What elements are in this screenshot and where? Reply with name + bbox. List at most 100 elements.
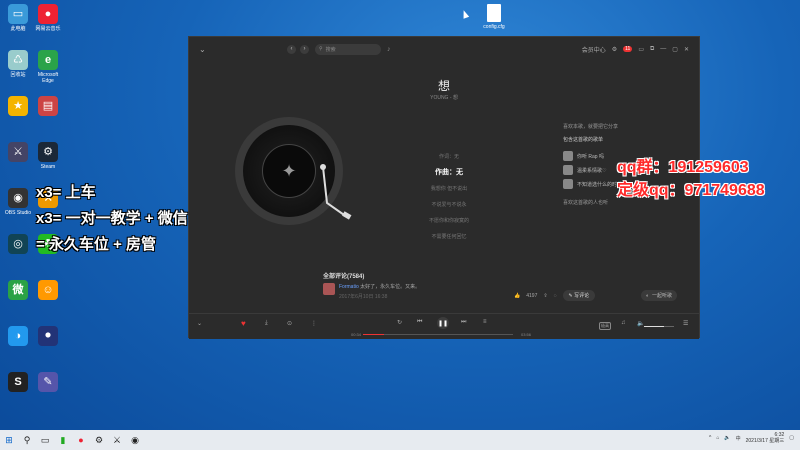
comment-body: Formatio 太好了，永久车位。又来。 2017年6月10日 16:38 (339, 283, 420, 303)
playlist-name: 温柔系情歌♡ (577, 167, 607, 174)
download-icon[interactable]: ⤓ (265, 320, 268, 327)
song-artist[interactable]: YOUNG - 想 (189, 94, 699, 101)
notification-icon[interactable]: ▢ (789, 435, 794, 441)
sound-effect-icon[interactable]: ♫ (621, 320, 626, 326)
write-comment-button[interactable]: ✎ 写评论 (562, 290, 596, 301)
playlist-thumb (563, 151, 573, 161)
system-tray: ^ ⌂ 🔈 中 6:32 2021/3/17 星期三 ▢ (709, 432, 794, 444)
avatar[interactable] (323, 283, 335, 295)
desktop-icon[interactable]: ◑ (2, 326, 34, 348)
steam-icon[interactable]: ⚙ (90, 430, 108, 450)
desktop-icon[interactable]: ⚙ Steam (32, 142, 64, 170)
vip-link[interactable]: 会员中心 (582, 45, 606, 54)
reply-icon[interactable]: ◌ (554, 293, 557, 299)
desktop-icon[interactable]: ⚫ (32, 326, 64, 348)
overlay-line: x3= 上车 (36, 184, 96, 201)
desktop-file[interactable]: config.cfg (474, 4, 514, 30)
clock[interactable]: 6:32 2021/3/17 星期三 (746, 432, 785, 444)
playlist-name: 你听 Rap 吗 (577, 153, 604, 160)
desktop-icon[interactable]: ✎ (32, 372, 64, 394)
player-controls: ⌄ ♥ ⤓ ⊙ ⋮ ↻ ⏮ ❚❚ ⏭ ≡ 00:34 03:56 极高 ♫ 🔈 … (189, 313, 699, 339)
desktop-icon[interactable]: 微 (2, 280, 34, 302)
search-input[interactable]: ⚲ 搜索 (315, 43, 381, 55)
playlist-name: 不知道选什么的时候 (577, 181, 623, 188)
network-icon[interactable]: ⌂ (716, 435, 719, 441)
listen-together-label: 一起听歌 (652, 293, 673, 299)
share-icon[interactable]: ⇪ (543, 293, 547, 299)
app-icon: ▭ (8, 4, 28, 24)
desktop-icon[interactable]: ▭ 此电脑 (2, 4, 34, 32)
game-icon[interactable]: ⚔ (108, 430, 126, 450)
forward-icon[interactable]: › (300, 44, 309, 54)
desktop-icon[interactable]: ▤ (32, 96, 64, 118)
lyric-line: 我想你 但不说出 (430, 186, 468, 192)
app-icon: ✎ (38, 372, 58, 392)
search-icon[interactable]: ⚲ (18, 430, 36, 450)
app-icon: ⚫ (38, 326, 58, 346)
volume-icon[interactable]: 🔈 (724, 435, 730, 441)
like-icon[interactable]: 👍 (514, 293, 520, 299)
mini-icon[interactable]: ⧉ (650, 46, 654, 53)
ime-icon[interactable]: 中 (736, 435, 741, 442)
tray-chevron-icon[interactable]: ^ (709, 435, 711, 441)
desktop-icon[interactable]: S (2, 372, 34, 394)
overlay-line: x3= 一对一教学 + 微信 (36, 210, 188, 227)
obs-icon[interactable]: ◉ (126, 430, 144, 450)
quality-toggle[interactable]: 极高 (599, 322, 611, 330)
collapse-icon[interactable]: ⌄ (199, 45, 209, 54)
desktop-icon[interactable]: ☺ (32, 280, 64, 302)
app-icon: ◉ (8, 188, 28, 208)
playlist-thumb (563, 179, 573, 189)
skin-icon[interactable]: ▭ (638, 46, 644, 53)
chevron-down-icon[interactable]: ⌄ (197, 320, 202, 327)
desktop-icon[interactable]: ★ (2, 96, 34, 118)
settings-icon[interactable]: ⚙ (612, 46, 617, 53)
comment-tools: 👍 4197 ⇪ ◌ ✎ 写评论 (514, 290, 596, 301)
close-icon[interactable]: ✕ (684, 46, 689, 53)
app-icon: ⚔ (8, 142, 28, 162)
desktop-icon[interactable]: ⚔ (2, 142, 34, 164)
desktop-icon[interactable]: ♺ 回收站 (2, 50, 34, 78)
app-icon: 微 (8, 280, 28, 300)
desktop-icon-label: Steam (40, 164, 56, 170)
playlist-lyrics-icon[interactable]: ≡ (483, 319, 487, 325)
maximize-icon[interactable]: ▢ (672, 46, 678, 53)
message-badge[interactable]: 11 (623, 46, 633, 52)
task-view-icon[interactable]: ▭ (36, 430, 54, 450)
comment-text: 太好了，永久车位。又来。 (360, 284, 421, 290)
voice-search-icon[interactable]: ♪ (387, 46, 391, 53)
windows-start-icon[interactable]: ⊞ (0, 430, 18, 450)
comment-date: 2017年6月10日 16:38 (339, 294, 388, 300)
desktop-icon[interactable]: ● 网易云音乐 (32, 4, 64, 32)
volume-slider[interactable] (644, 326, 674, 327)
overlay-line: qq群：191259603 (617, 159, 749, 176)
taskbar: ⊞ ⚲ ▭ ▮ ● ⚙ ⚔ ◉ ^ ⌂ 🔈 中 6:32 2021/3/17 星… (0, 430, 800, 450)
netease-music-icon[interactable]: ● (72, 430, 90, 450)
next-icon[interactable]: ⏭ (461, 319, 466, 326)
progress-bar[interactable] (363, 334, 513, 335)
app-icon[interactable]: ▮ (54, 430, 72, 450)
clock-date: 2021/3/17 星期三 (745, 438, 785, 444)
loop-icon[interactable]: ↻ (397, 319, 402, 326)
vip-song-icon[interactable]: ⊙ (287, 320, 292, 327)
desktop-icon[interactable]: ◉ OBS Studio (2, 188, 34, 216)
desktop-icon[interactable]: e Microsoft Edge (32, 50, 64, 84)
prev-icon[interactable]: ⏮ (417, 319, 422, 326)
more-icon[interactable]: ⋮ (311, 320, 317, 327)
time-total: 03:56 (521, 332, 532, 337)
desktop-icon[interactable]: ◎ (2, 234, 34, 256)
heart-icon[interactable]: ♥ (241, 319, 246, 328)
app-icon: S (8, 372, 28, 392)
minimize-icon[interactable]: — (660, 46, 666, 52)
back-icon[interactable]: ‹ (287, 44, 296, 54)
headphone-icon: ◐ (646, 292, 650, 299)
queue-icon[interactable]: ☰ (683, 320, 688, 327)
album-art: ✦ (262, 144, 316, 198)
pause-button[interactable]: ❚❚ (437, 317, 449, 329)
listen-together-button[interactable]: ◐ 一起听歌 (641, 290, 678, 301)
lyric-line: 不需要任何回忆 (431, 234, 467, 240)
lyric-line: 作曲：无 (435, 169, 463, 176)
player-titlebar: ⌄ ‹ › ⚲ 搜索 ♪ 会员中心 ⚙ 11 ▭ ⧉ — ▢ ✕ (189, 37, 699, 61)
comment-user[interactable]: Formatio (339, 284, 359, 290)
tonearm-icon (320, 164, 352, 220)
